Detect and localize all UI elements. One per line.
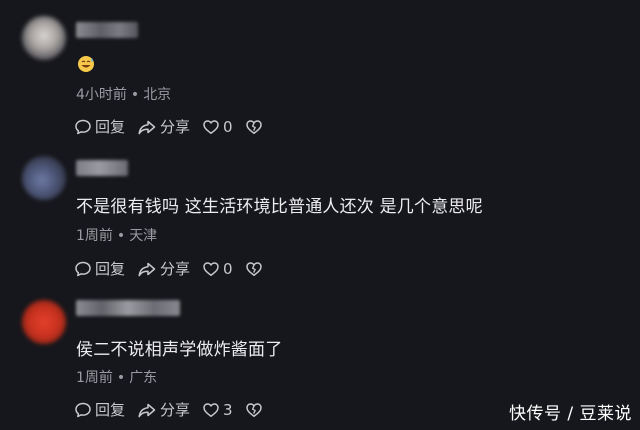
- broken-heart-icon: [245, 262, 262, 276]
- comment-time: 1周前: [76, 370, 113, 386]
- share-button[interactable]: 分享: [137, 258, 190, 280]
- like-count: 0: [223, 118, 233, 136]
- dislike-button[interactable]: [245, 118, 266, 136]
- reply-label: 回复: [95, 118, 126, 136]
- comment-content: 不是很有钱吗 这生活环境比普通人还次 是几个意思呢: [76, 197, 483, 217]
- meta-separator: •: [116, 228, 126, 244]
- comment-actions: 回复 分享 3: [74, 399, 278, 421]
- comment-time: 4小时前: [76, 87, 127, 103]
- share-button[interactable]: 分享: [137, 116, 190, 138]
- share-arrow-icon: [138, 403, 156, 418]
- grinning-sweat-emoji: [78, 56, 94, 72]
- comment-bubble-icon: [75, 402, 91, 418]
- comment-meta: 4小时前 • 北京: [76, 84, 171, 104]
- dislike-button[interactable]: [245, 260, 266, 278]
- avatar[interactable]: [22, 300, 66, 344]
- like-count: 3: [223, 401, 233, 419]
- comment-list: 4小时前 • 北京 回复 分享 0 不是很有钱吗 这生活环境比普通人还次 是几个意思…: [0, 0, 640, 430]
- comment-location: 天津: [129, 228, 158, 244]
- share-button[interactable]: 分享: [137, 399, 190, 421]
- watermark: 快传号 / 豆莱说: [508, 404, 632, 424]
- comment-time: 1周前: [76, 228, 113, 244]
- like-button[interactable]: 3: [202, 399, 233, 421]
- avatar[interactable]: [22, 16, 66, 60]
- username[interactable]: [76, 160, 128, 176]
- reply-button[interactable]: 回复: [74, 399, 125, 421]
- like-count: 0: [223, 260, 233, 278]
- heart-icon: [203, 262, 219, 276]
- reply-label: 回复: [95, 260, 126, 278]
- comment-actions: 回复 分享 0: [74, 258, 278, 280]
- username[interactable]: [76, 22, 138, 38]
- share-arrow-icon: [138, 120, 156, 135]
- share-label: 分享: [160, 118, 191, 136]
- like-button[interactable]: 0: [202, 116, 233, 138]
- reply-label: 回复: [95, 401, 126, 419]
- comment-meta: 1周前 • 天津: [76, 225, 157, 245]
- comment-bubble-icon: [75, 261, 91, 277]
- share-arrow-icon: [138, 262, 156, 277]
- heart-icon: [203, 403, 219, 417]
- reply-button[interactable]: 回复: [74, 258, 125, 280]
- share-label: 分享: [160, 401, 191, 419]
- meta-separator: •: [130, 87, 140, 103]
- broken-heart-icon: [245, 403, 262, 417]
- comment-location: 广东: [129, 370, 158, 386]
- dislike-button[interactable]: [245, 401, 266, 419]
- like-button[interactable]: 0: [202, 258, 233, 280]
- comment-content: 侯二不说相声学做炸酱面了: [76, 340, 283, 360]
- comment-location: 北京: [143, 87, 172, 103]
- username[interactable]: [76, 300, 180, 316]
- heart-icon: [203, 120, 219, 134]
- comment-bubble-icon: [75, 119, 91, 135]
- share-label: 分享: [160, 260, 191, 278]
- comment-actions: 回复 分享 0: [74, 116, 278, 138]
- meta-separator: •: [116, 370, 126, 386]
- avatar[interactable]: [22, 156, 66, 200]
- broken-heart-icon: [245, 120, 262, 134]
- reply-button[interactable]: 回复: [74, 116, 125, 138]
- comment-meta: 1周前 • 广东: [76, 367, 157, 387]
